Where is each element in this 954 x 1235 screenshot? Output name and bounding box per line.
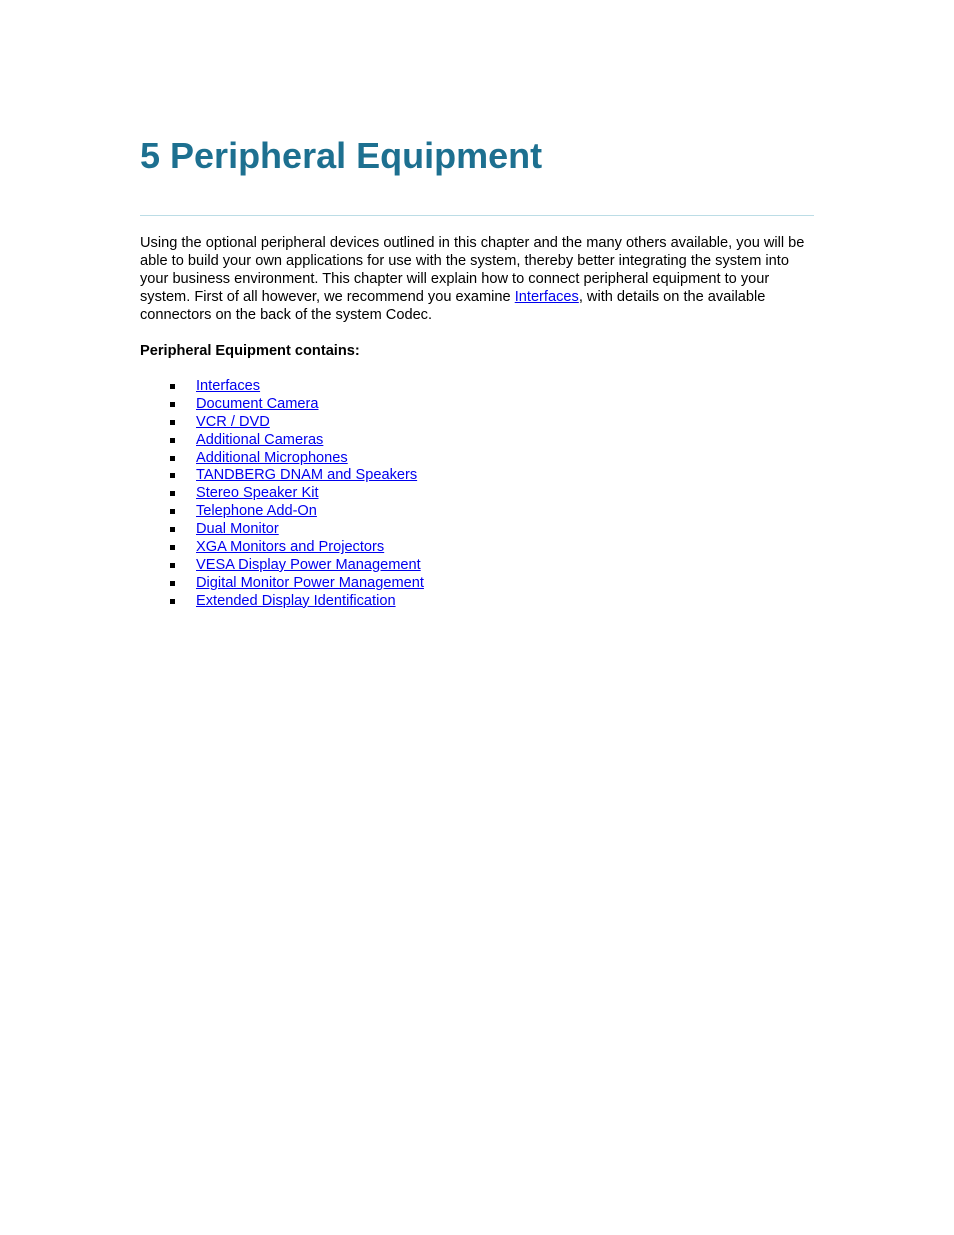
- square-bullet-icon: [170, 562, 175, 568]
- title-divider: [140, 215, 814, 216]
- square-bullet-icon: [170, 437, 175, 443]
- contents-heading: Peripheral Equipment contains:: [140, 343, 360, 359]
- toc-link-edid[interactable]: Extended Display Identification: [196, 593, 396, 611]
- toc-link-digital-monitor-power[interactable]: Digital Monitor Power Management: [196, 575, 424, 593]
- toc-link-vcr-dvd[interactable]: VCR / DVD: [196, 414, 270, 432]
- toc-link-dnam-speakers[interactable]: TANDBERG DNAM and Speakers: [196, 467, 417, 485]
- square-bullet-icon: [170, 455, 175, 461]
- square-bullet-icon: [170, 491, 175, 497]
- chapter-title: 5 Peripheral Equipment: [140, 135, 543, 176]
- toc-link-document-camera[interactable]: Document Camera: [196, 396, 318, 414]
- square-bullet-icon: [170, 598, 175, 604]
- square-bullet-icon: [170, 401, 175, 407]
- square-bullet-icon: [170, 509, 175, 515]
- toc-link-xga-monitors[interactable]: XGA Monitors and Projectors: [196, 539, 384, 557]
- square-bullet-icon: [170, 419, 175, 425]
- intro-paragraph: Using the optional peripheral devices ou…: [140, 235, 820, 325]
- toc-link-dual-monitor[interactable]: Dual Monitor: [196, 521, 279, 539]
- toc-link-vesa-power[interactable]: VESA Display Power Management: [196, 557, 421, 575]
- square-bullet-icon: [170, 473, 175, 479]
- toc-link-interfaces[interactable]: Interfaces: [196, 378, 260, 396]
- toc-link-telephone-add-on[interactable]: Telephone Add-On: [196, 503, 317, 521]
- interfaces-inline-link[interactable]: Interfaces: [515, 289, 579, 305]
- toc-link-additional-cameras[interactable]: Additional Cameras: [196, 432, 323, 450]
- square-bullet-icon: [170, 527, 175, 533]
- square-bullet-icon: [170, 580, 175, 586]
- square-bullet-icon: [170, 545, 175, 551]
- square-bullet-icon: [170, 384, 175, 389]
- toc-link-additional-microphones[interactable]: Additional Microphones: [196, 450, 348, 468]
- toc-link-stereo-speaker-kit[interactable]: Stereo Speaker Kit: [196, 485, 319, 503]
